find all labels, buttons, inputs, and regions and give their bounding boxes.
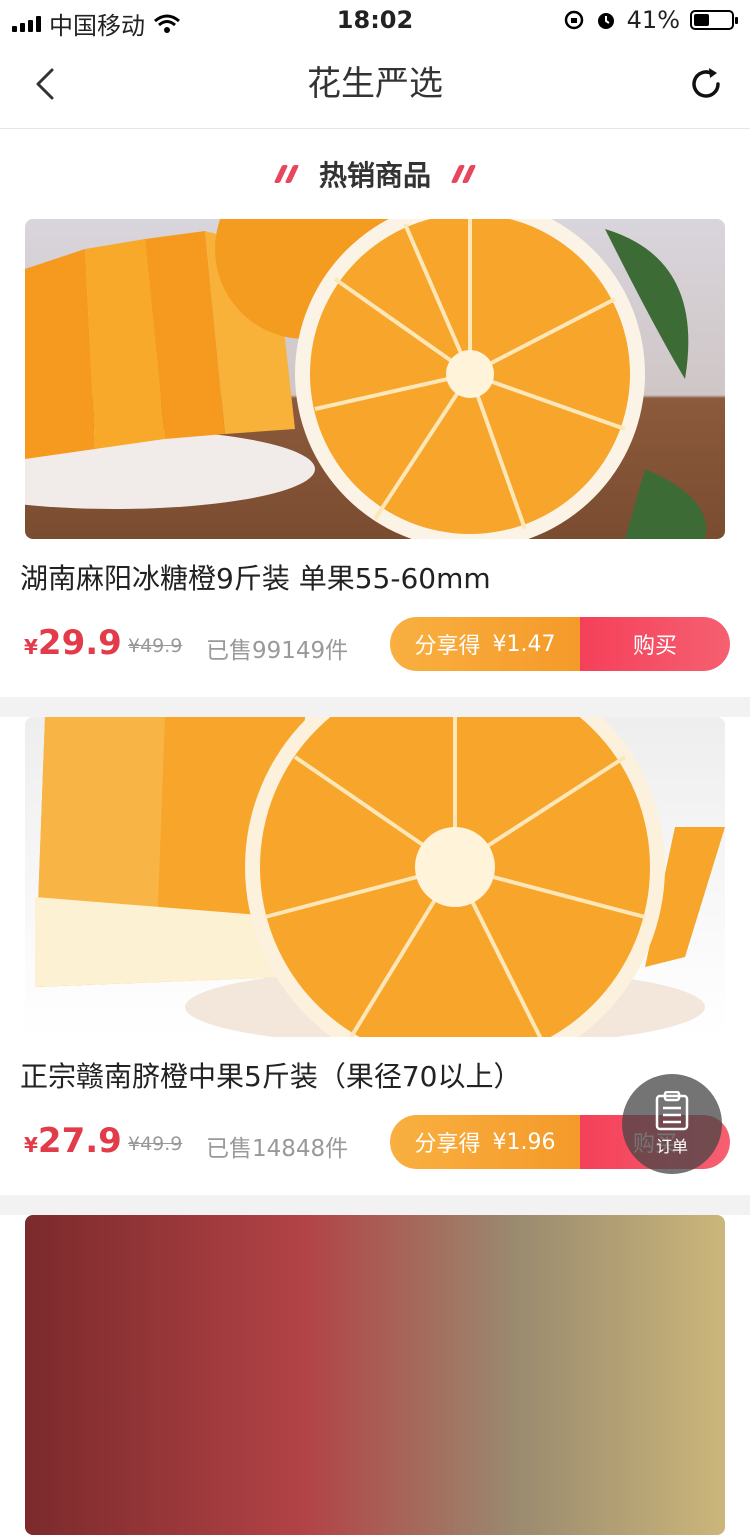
rotation-lock-icon — [564, 10, 583, 30]
title-decoration-right — [450, 165, 477, 183]
sold-count: 已售14848件 — [206, 1136, 349, 1162]
share-amount: ¥1.96 — [492, 1129, 556, 1155]
product-card[interactable] — [0, 1215, 750, 1535]
share-button[interactable]: 分享得 ¥1.47 — [390, 617, 580, 671]
price-value: 29.9 — [37, 623, 122, 663]
page-title: 花生严选 — [307, 64, 443, 104]
battery-percent: 41% — [626, 6, 680, 34]
section-title: 热销商品 — [318, 159, 431, 192]
product-image[interactable] — [25, 219, 725, 539]
share-label: 分享得 — [414, 634, 481, 659]
share-amount: ¥1.47 — [492, 631, 556, 657]
orange-illustration — [25, 219, 707, 539]
orders-fab[interactable]: 订单 — [622, 1074, 722, 1174]
nav-bar: 花生严选 — [0, 40, 750, 129]
currency-symbol: ¥ — [24, 1133, 38, 1157]
original-price: ¥49.9 — [128, 635, 183, 657]
action-buttons: 分享得 ¥1.47 购买 — [390, 617, 730, 671]
status-right: 41% — [563, 6, 738, 34]
alarm-icon — [597, 13, 614, 29]
product-image[interactable] — [25, 1215, 725, 1535]
product-name[interactable]: 正宗赣南脐橙中果5斤装（果径70以上） — [20, 1061, 730, 1093]
section-header: 热销商品 — [0, 129, 750, 219]
product-image[interactable] — [25, 717, 725, 1037]
battery-fill — [694, 14, 709, 26]
status-bar: 中国移动 18:02 41% — [0, 0, 750, 40]
current-price: ¥27.9 — [24, 1121, 122, 1161]
product-card[interactable]: 湖南麻阳冰糖橙9斤装 单果55-60mm ¥29.9 ¥49.9 已售99149… — [0, 219, 750, 697]
title-decoration-left — [273, 165, 300, 183]
product-name[interactable]: 湖南麻阳冰糖橙9斤装 单果55-60mm — [20, 563, 730, 595]
orange-illustration — [35, 717, 725, 1037]
price-row: ¥29.9 ¥49.9 已售99149件 分享得 ¥1.47 购买 — [20, 617, 730, 673]
share-button[interactable]: 分享得 ¥1.96 — [390, 1115, 580, 1169]
battery-icon — [690, 10, 738, 30]
current-price: ¥29.9 — [24, 623, 122, 663]
currency-symbol: ¥ — [24, 635, 38, 659]
clipboard-icon — [655, 1091, 689, 1131]
original-price: ¥49.9 — [128, 1133, 183, 1155]
sold-count: 已售99149件 — [206, 638, 349, 664]
price-value: 27.9 — [37, 1121, 122, 1161]
share-label: 分享得 — [414, 1132, 481, 1157]
refresh-icon[interactable] — [686, 64, 726, 104]
orders-label: 订单 — [655, 1137, 688, 1156]
buy-button[interactable]: 购买 — [580, 617, 730, 671]
